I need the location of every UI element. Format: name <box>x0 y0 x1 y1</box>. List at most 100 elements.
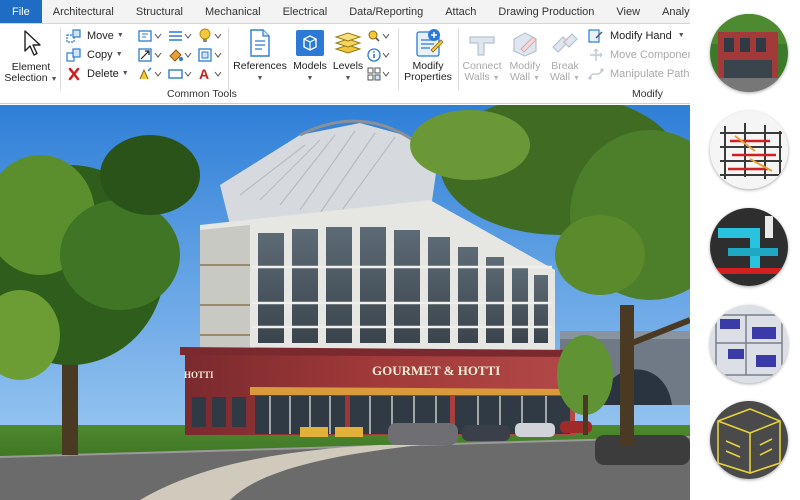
tab-structural[interactable]: Structural <box>125 0 194 23</box>
move-component-button[interactable]: Move Component <box>588 48 697 62</box>
copy-button[interactable]: Copy ▼ <box>66 48 123 62</box>
delete-button[interactable]: Delete ▼ <box>66 67 129 81</box>
modify-hand-button[interactable]: Modify Hand ▼ <box>588 29 685 43</box>
menu-bar: File Architectural Structural Mechanical… <box>0 0 703 24</box>
break-wall-label-row: Wall ▼ <box>546 72 584 84</box>
thumbnail-wireframe-interior[interactable] <box>710 401 788 479</box>
tab-mechanical[interactable]: Mechanical <box>194 0 272 23</box>
chevron-down-icon: ▼ <box>115 51 123 58</box>
chevron-down-icon: ▼ <box>344 75 352 82</box>
models-label: Models <box>293 60 327 72</box>
tab-drawing-production[interactable]: Drawing Production <box>487 0 605 23</box>
manipulate-path-icon <box>588 68 604 80</box>
modify-properties-label-2: Properties <box>404 71 452 83</box>
tab-architectural[interactable]: Architectural <box>42 0 125 23</box>
tab-file[interactable]: File <box>0 0 42 23</box>
tab-view[interactable]: View <box>605 0 651 23</box>
break-wall-label-2: Wall <box>550 71 571 83</box>
modify-wall-button[interactable]: Modify Wall ▼ <box>505 26 545 88</box>
break-wall-button[interactable]: Break Wall ▼ <box>546 26 584 88</box>
ribbon: Element Selection ▼ Move ▼ Copy ▼ Delete… <box>0 24 697 104</box>
lightbulb-icon[interactable] <box>198 28 224 44</box>
manipulate-path-button[interactable]: Manipulate Path <box>588 67 690 81</box>
levels-label: Levels <box>332 60 364 72</box>
view-thumbnails <box>690 0 800 500</box>
tab-data-reporting[interactable]: Data/Reporting <box>338 0 434 23</box>
copy-icon <box>66 48 81 62</box>
references-button[interactable]: References ▼ <box>232 26 288 86</box>
search-icon[interactable] <box>367 29 391 43</box>
3d-viewport[interactable]: GOURMET & HOTTI HOTTI <box>0 105 690 500</box>
grid-settings-icon[interactable] <box>367 67 391 81</box>
modify-properties-icon <box>416 29 444 57</box>
separator <box>458 28 459 90</box>
copy-label: Copy <box>87 49 113 61</box>
delete-label: Delete <box>87 68 119 80</box>
references-document-icon <box>250 29 270 57</box>
place-line-icon[interactable] <box>138 29 164 43</box>
levels-button[interactable]: Levels ▼ <box>331 26 365 86</box>
thumbnail-mechanical-ducts[interactable] <box>710 208 788 286</box>
app-window: File Architectural Structural Mechanical… <box>0 0 800 500</box>
modify-hand-label: Modify Hand <box>610 30 672 42</box>
connect-walls-button[interactable]: Connect Walls ▼ <box>460 26 504 88</box>
cursor-arrow-icon <box>24 30 41 56</box>
separator <box>60 28 61 90</box>
rectangle-icon[interactable] <box>168 67 194 81</box>
tab-electrical[interactable]: Electrical <box>272 0 339 23</box>
resize-icon[interactable] <box>138 48 164 62</box>
text-a-icon[interactable]: A <box>198 66 224 82</box>
line-style-icon[interactable] <box>168 29 194 43</box>
separator <box>398 28 399 90</box>
rendered-building-thumbnail-icon <box>710 14 788 92</box>
element-selection-label-row: Selection ▼ <box>4 73 58 85</box>
move-button[interactable]: Move ▼ <box>66 29 124 43</box>
tab-attach[interactable]: Attach <box>434 0 487 23</box>
storefront-sign: GOURMET & HOTTI <box>372 363 500 378</box>
connect-walls-icon <box>469 36 495 56</box>
thumbnail-structural-frame[interactable] <box>710 111 788 189</box>
delete-x-icon <box>68 67 80 81</box>
element-selection-label-2: Selection <box>4 72 48 84</box>
chevron-down-icon: ▼ <box>121 70 129 77</box>
connect-walls-label-row: Walls ▼ <box>460 72 504 84</box>
chevron-down-icon: ▼ <box>50 76 58 83</box>
snap-icon[interactable] <box>198 48 224 62</box>
fill-paint-icon[interactable] <box>168 47 194 63</box>
modify-properties-button[interactable]: Modify Properties <box>400 26 456 86</box>
element-selection-button[interactable]: Element Selection ▼ <box>4 26 58 88</box>
svg-text:A: A <box>199 66 209 82</box>
chevron-down-icon: ▼ <box>306 75 314 82</box>
chevron-down-icon: ▼ <box>116 32 124 39</box>
modify-group-title: Modify <box>632 88 663 100</box>
common-tools-group-title: Common Tools <box>167 88 237 100</box>
thumbnail-floor-plan-3d[interactable] <box>710 305 788 383</box>
highlight-icon[interactable] <box>138 67 164 81</box>
levels-stack-icon <box>334 32 362 54</box>
modify-hand-icon <box>588 29 603 43</box>
models-button[interactable]: Models ▼ <box>290 26 330 86</box>
manipulate-path-label: Manipulate Path <box>610 68 690 80</box>
models-cube-icon <box>296 30 324 56</box>
move-component-icon <box>590 48 603 61</box>
move-label: Move <box>87 30 114 42</box>
chevron-down-icon: ▼ <box>533 75 540 82</box>
side-sign: HOTTI <box>184 370 214 380</box>
chevron-down-icon: ▼ <box>256 75 264 82</box>
connect-walls-label-2: Walls <box>464 71 490 83</box>
modify-wall-label-row: Wall ▼ <box>505 72 545 84</box>
break-wall-icon <box>552 33 578 53</box>
chevron-down-icon: ▼ <box>573 75 580 82</box>
thumbnail-rendered-building[interactable] <box>710 14 788 92</box>
mechanical-ducts-thumbnail-icon <box>710 208 788 286</box>
references-label-row: References <box>232 61 288 72</box>
move-component-label: Move Component <box>610 49 697 61</box>
modify-wall-label-2: Wall <box>510 71 531 83</box>
separator <box>228 28 229 90</box>
modify-wall-icon <box>513 32 537 57</box>
info-icon[interactable] <box>367 48 391 62</box>
chevron-down-icon: ▼ <box>677 32 685 39</box>
move-icon <box>66 29 81 43</box>
floor-plan-3d-thumbnail-icon <box>710 305 788 383</box>
references-label: References <box>233 60 287 72</box>
